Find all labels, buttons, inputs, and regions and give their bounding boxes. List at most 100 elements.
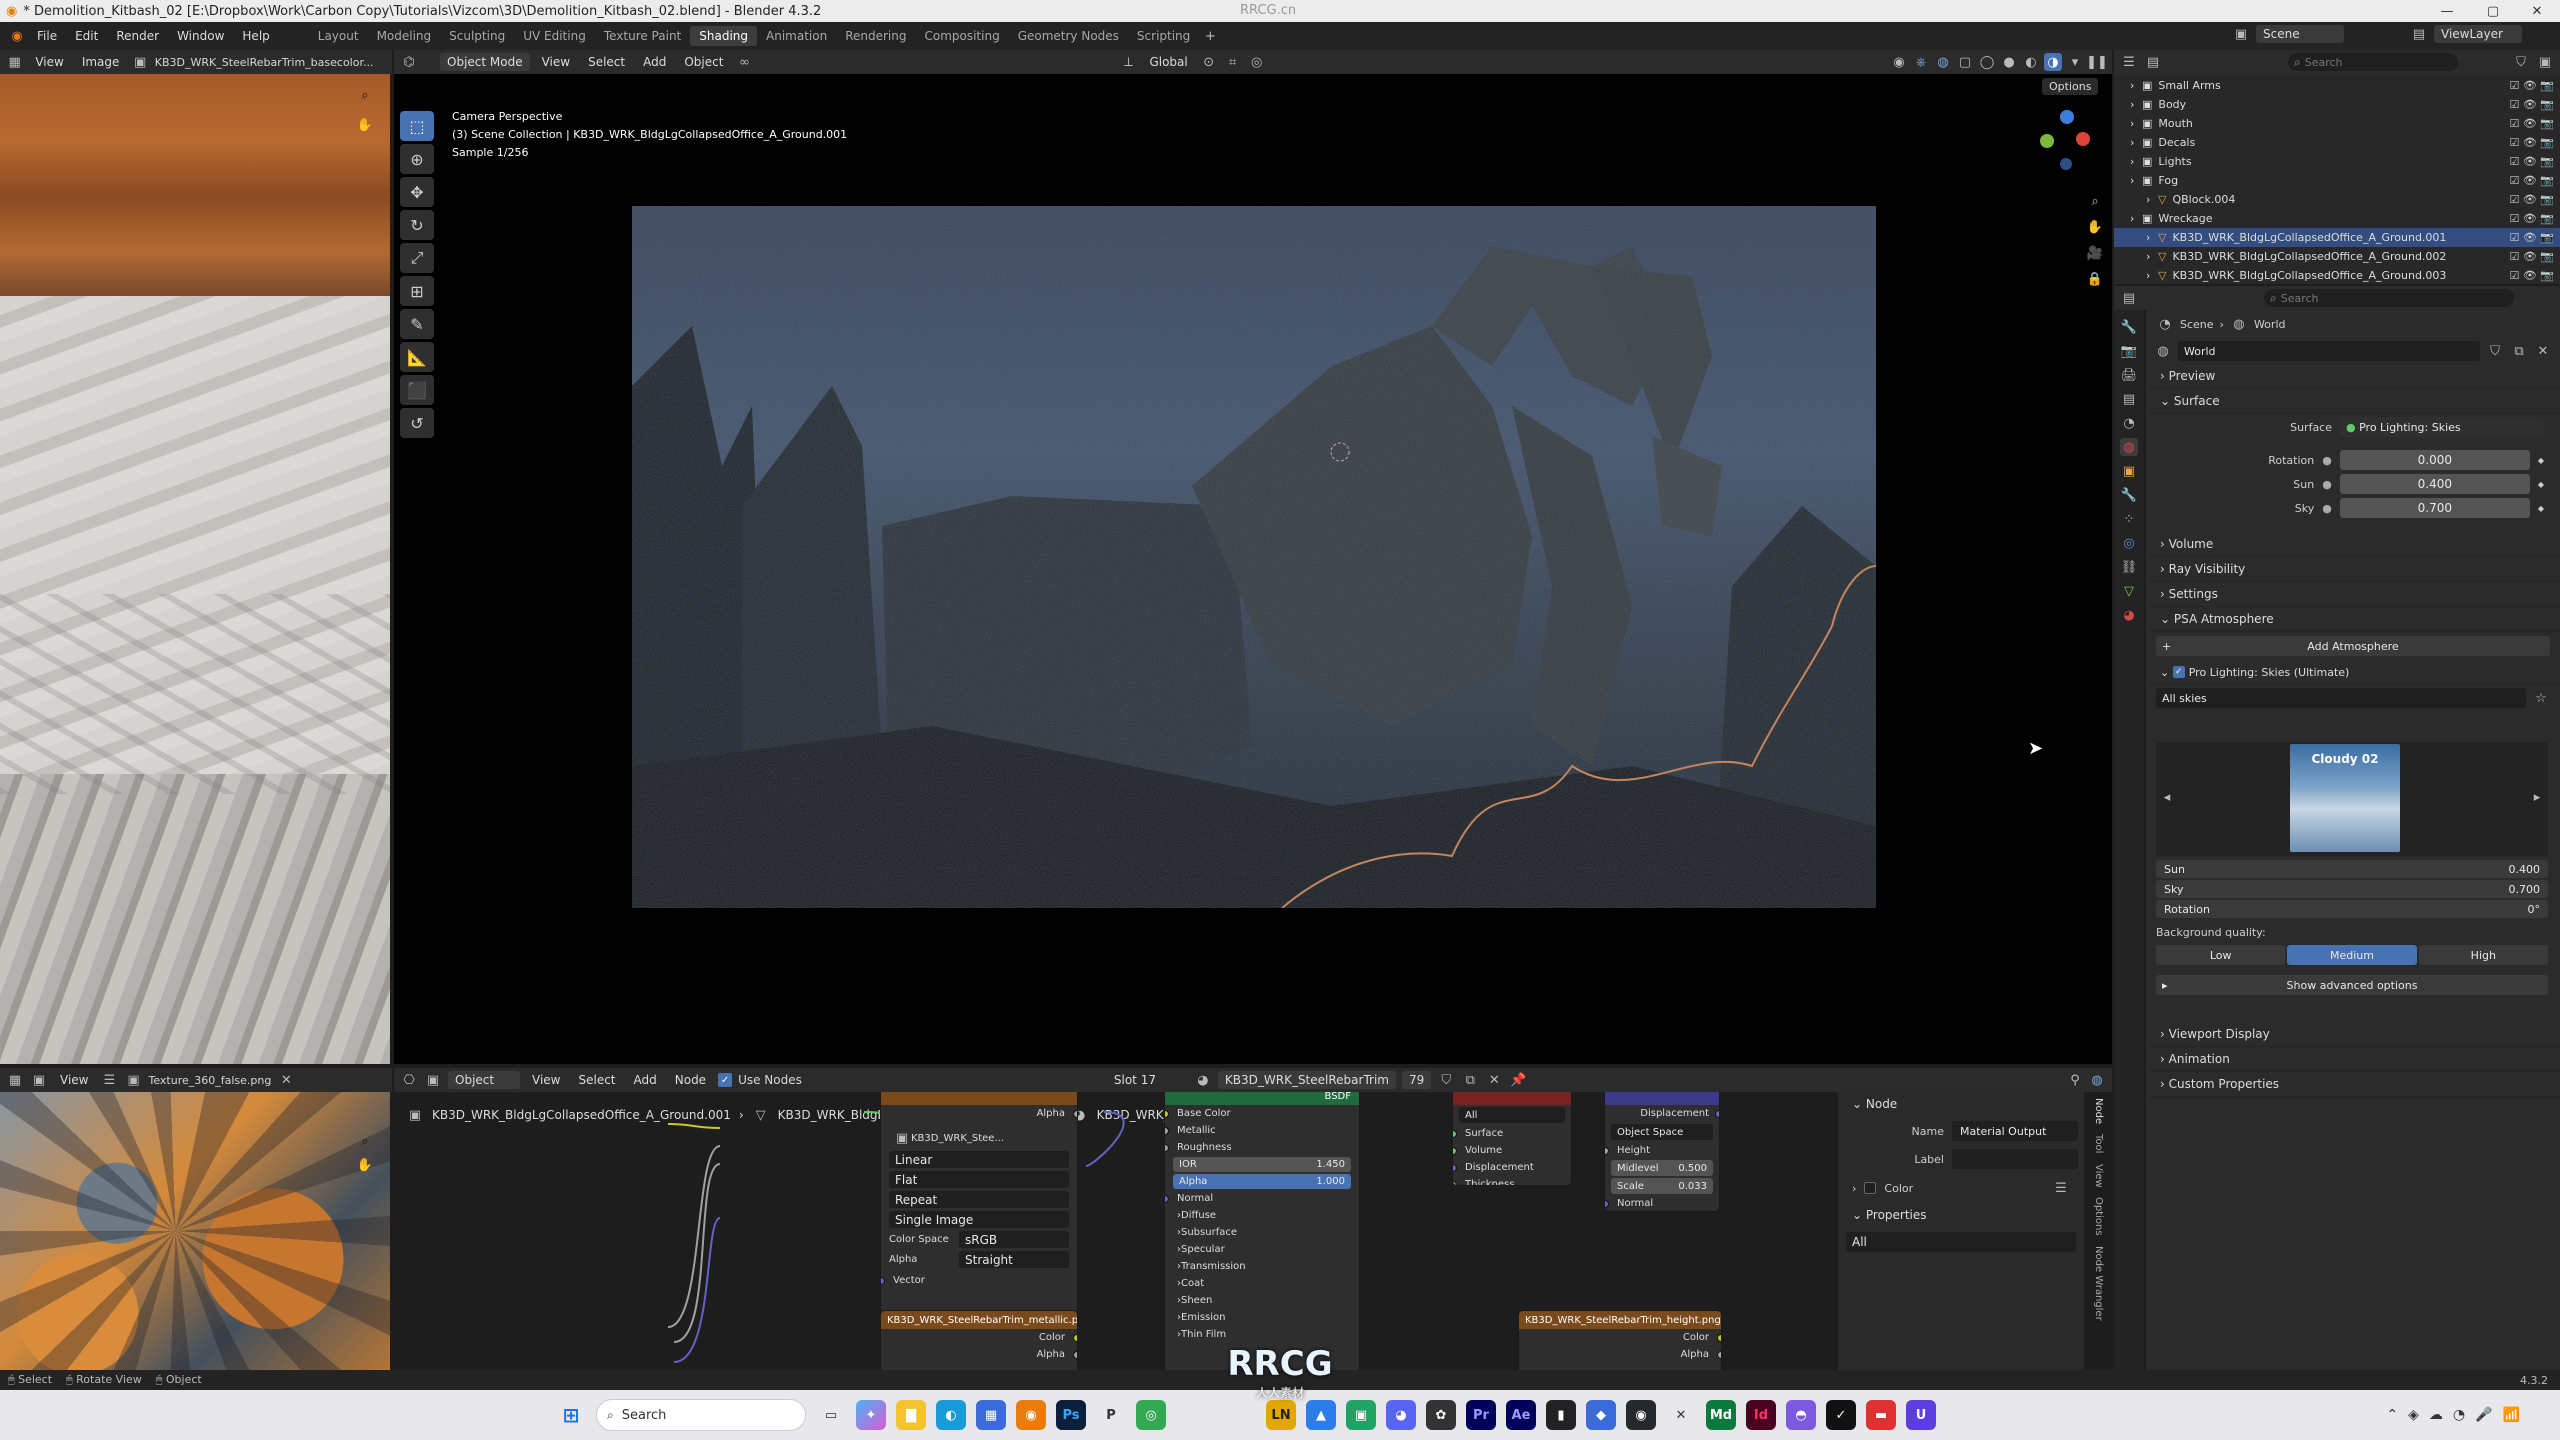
surface-shader-field[interactable]: ● Pro Lighting: Skies <box>2340 417 2544 437</box>
outliner-item[interactable]: › ▽ KB3D_WRK_BldgLgCollapsedOffice_A_Groun… <box>2114 228 2560 247</box>
outliner-item[interactable]: › ▽ KB3D_WRK_BldgLgCollapsedOffice_A_Groun… <box>2114 266 2560 285</box>
workspace-tab-modeling[interactable]: Modeling <box>368 26 441 46</box>
viewport-menu-object[interactable]: Object <box>678 53 729 71</box>
viewport-menu-view[interactable]: View <box>536 53 576 71</box>
image-node-name[interactable]: KB3D_WRK_Stee... <box>911 1133 1004 1144</box>
mode-selector[interactable]: Object Mode <box>440 53 530 71</box>
task-view-icon[interactable]: ▭ <box>816 1400 846 1430</box>
scale-tool-icon[interactable]: ⤢ <box>400 243 434 273</box>
cursor-tool-icon[interactable]: ⊕ <box>400 144 434 174</box>
viewport-area[interactable]: Options Camera Perspective (3) Scene Col… <box>394 74 2112 1064</box>
visibility-toggles[interactable]: ☑ 👁 📷 <box>2509 250 2554 263</box>
material-users-count[interactable]: 79 <box>1401 1071 1432 1089</box>
shading-options-icon[interactable]: ▾ <box>2066 53 2084 71</box>
copilot-icon[interactable]: ✦ <box>856 1400 886 1430</box>
blender-menu-icon[interactable]: ◉ <box>8 27 26 45</box>
pin-icon[interactable]: 📌 <box>1509 1071 1527 1089</box>
material-shading-icon[interactable]: ◐ <box>2022 53 2040 71</box>
rotate-tool-icon[interactable]: ↻ <box>400 210 434 240</box>
add-workspace-icon[interactable]: + <box>1201 27 1219 45</box>
camera-view-icon[interactable]: 🎥 <box>2086 244 2104 262</box>
editor-type-icon[interactable]: ▤ <box>2120 289 2138 307</box>
material-name-field[interactable]: KB3D_WRK_SteelRebarTrim <box>1217 1071 1396 1089</box>
photoshop-icon[interactable]: Ps <box>1056 1400 1086 1430</box>
bsdf-input-row[interactable]: › Thin Film <box>1165 1326 1359 1343</box>
snap-node-icon[interactable]: ⚲ <box>2066 1071 2084 1089</box>
expand-icon[interactable]: › <box>2146 231 2158 244</box>
output-input-row[interactable]: Volume <box>1453 1142 1571 1159</box>
lock-view-icon[interactable]: 🔒 <box>2086 270 2104 288</box>
image-browse-icon[interactable]: ▣ <box>893 1130 911 1148</box>
node-menu-view[interactable]: View <box>526 1071 566 1089</box>
discord-icon[interactable]: ◕ <box>1386 1400 1416 1430</box>
editor-type-icon[interactable]: ▦ <box>6 1071 24 1089</box>
constraints-tab-icon[interactable]: ⛓ <box>2120 558 2138 576</box>
taskbar-search[interactable]: ⌕ Search <box>596 1399 806 1431</box>
app-x-icon[interactable]: ✕ <box>1666 1400 1696 1430</box>
fake-user-icon[interactable]: ⛉ <box>2486 342 2504 360</box>
wireframe-shading-icon[interactable]: ◯ <box>1978 53 1996 71</box>
close-button[interactable]: ✕ <box>2514 0 2560 22</box>
sidebar-tab-node[interactable]: Node <box>2086 1098 2104 1124</box>
visibility-toggles[interactable]: ☑ 👁 📷 <box>2509 79 2554 92</box>
slot-selector[interactable]: Slot 17 <box>1108 1071 1188 1089</box>
outliner-search[interactable]: ⌕ Search <box>2288 53 2458 71</box>
expand-icon[interactable]: › <box>2146 193 2158 206</box>
measure-tool-icon[interactable]: 📐 <box>400 342 434 372</box>
properties-target-select[interactable]: All <box>1846 1232 2076 1252</box>
pivot-icon[interactable]: ⊙ <box>1200 53 1218 71</box>
davinci-icon[interactable]: ✿ <box>1426 1400 1456 1430</box>
orientation-selector[interactable]: Global <box>1143 53 1193 71</box>
workspace-tab-rendering[interactable]: Rendering <box>836 26 915 46</box>
expand-icon[interactable]: › <box>2130 174 2142 187</box>
viewport-menu-add[interactable]: Add <box>637 53 672 71</box>
menu-edit[interactable]: Edit <box>66 26 107 46</box>
sidebar-tab-options[interactable]: Options <box>2086 1197 2104 1236</box>
options-button[interactable]: Options <box>2042 78 2099 95</box>
workspace-tab-sculpting[interactable]: Sculpting <box>440 26 514 46</box>
sun-field[interactable]: 0.400 <box>2339 474 2530 494</box>
sky-thumbnail[interactable]: Cloudy 02 <box>2290 744 2400 852</box>
expand-icon[interactable]: › <box>2130 136 2142 149</box>
bsdf-input-row[interactable]: Normal <box>1165 1190 1359 1207</box>
node-menu-add[interactable]: Add <box>628 1071 663 1089</box>
xray-icon[interactable]: ▢ <box>1956 53 1974 71</box>
image-name-field[interactable]: KB3D_WRK_SteelRebarTrim_basecolor... <box>155 56 386 69</box>
bsdf-input-row[interactable]: › Sheen <box>1165 1292 1359 1309</box>
quality-low-button[interactable]: Low <box>2156 945 2286 965</box>
bsdf-input-row[interactable]: › Specular <box>1165 1241 1359 1258</box>
view-icon[interactable]: ▣ <box>30 1071 48 1089</box>
hamburger-icon[interactable]: ☰ <box>100 1071 118 1089</box>
app-red-icon[interactable]: ▬ <box>1866 1400 1896 1430</box>
windows-start-icon[interactable]: ⊞ <box>556 1400 586 1430</box>
quality-high-button[interactable]: High <box>2418 945 2548 965</box>
view-layer-selector[interactable]: ViewLayer <box>2434 25 2522 43</box>
menu-window[interactable]: Window <box>168 26 233 46</box>
expand-icon[interactable]: › <box>2130 79 2142 92</box>
close-image-icon[interactable]: ✕ <box>277 1071 295 1089</box>
zoom-view-icon[interactable]: ⌕ <box>2086 192 2104 210</box>
github-icon[interactable]: ◉ <box>1626 1400 1656 1430</box>
visibility-toggles[interactable]: ☑ 👁 📷 <box>2509 193 2554 206</box>
select-box-tool-icon[interactable]: ⬚ <box>400 111 434 141</box>
fake-user-icon[interactable]: ⛉ <box>1437 1071 1455 1089</box>
list-icon[interactable]: ☰ <box>2052 1179 2070 1197</box>
displacement-space-select[interactable]: Object Space <box>1611 1124 1713 1140</box>
maximize-button[interactable]: ▢ <box>2470 0 2516 22</box>
visibility-toggles[interactable]: ☑ 👁 📷 <box>2509 98 2554 111</box>
axis-z-icon[interactable] <box>2060 110 2074 124</box>
pan-hand-icon[interactable]: ✋ <box>356 116 374 134</box>
new-collection-icon[interactable]: ▣ <box>2536 53 2554 71</box>
add-atmosphere-button[interactable]: + Add Atmosphere <box>2156 636 2550 656</box>
app-cube-icon[interactable]: ◆ <box>1586 1400 1616 1430</box>
expand-icon[interactable]: › <box>2130 155 2142 168</box>
minimize-button[interactable]: — <box>2424 0 2470 22</box>
settings-section[interactable]: › Settings <box>2146 582 2560 607</box>
snap-icon[interactable]: ⌗ <box>1224 53 1242 71</box>
bsdf-input-row[interactable]: › Diffuse <box>1165 1207 1359 1224</box>
workspace-tab-scripting[interactable]: Scripting <box>1128 26 1199 46</box>
render-tab-icon[interactable]: 📷 <box>2120 342 2138 360</box>
image2-name-field[interactable]: Texture_360_false.png <box>148 1074 271 1087</box>
visibility-icon[interactable]: ◉ <box>1890 53 1908 71</box>
display-mode-icon[interactable]: ▤ <box>2144 53 2162 71</box>
